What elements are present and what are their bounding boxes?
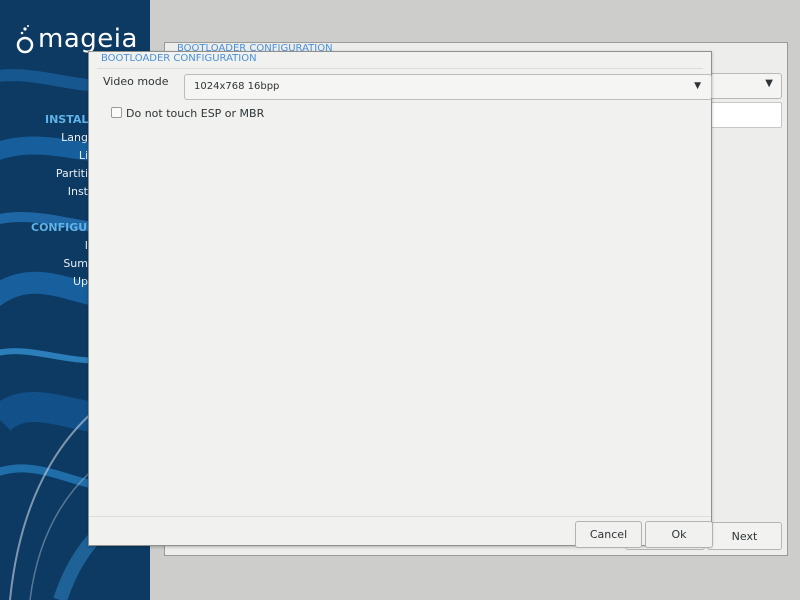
- video-mode-value: 1024x768 16bpp: [194, 81, 280, 92]
- sidebar-item-installing: Inst: [67, 185, 88, 198]
- sidebar-item-language: Lang: [61, 131, 88, 144]
- mageia-logo-icon: [16, 25, 34, 54]
- button-bar-divider: [89, 516, 711, 517]
- video-mode-label: Video mode: [103, 75, 169, 88]
- esp-mbr-checkbox[interactable]: [111, 107, 122, 118]
- logo-text: mageia: [38, 24, 138, 54]
- background-text-field[interactable]: [710, 102, 782, 128]
- background-combo-box[interactable]: ▼: [710, 73, 782, 99]
- chevron-down-icon: ▼: [765, 78, 773, 89]
- ok-button[interactable]: Ok: [645, 521, 713, 548]
- next-button[interactable]: Next: [707, 522, 782, 550]
- sidebar-item-updates: Up: [72, 275, 88, 288]
- chevron-down-icon: ▼: [694, 81, 701, 91]
- dialog-title: BOOTLOADER CONFIGURATION: [101, 53, 257, 64]
- bootloader-dialog: BOOTLOADER CONFIGURATION Video mode 1024…: [88, 51, 713, 548]
- sidebar-item-summary: Sum: [63, 257, 88, 270]
- sidebar-item-license: Li: [78, 149, 88, 162]
- cancel-button[interactable]: Cancel: [575, 521, 642, 548]
- video-mode-select[interactable]: 1024x768 16bpp ▼: [184, 74, 712, 100]
- sidebar-heading-configuration: CONFIGUR: [31, 221, 96, 234]
- esp-mbr-checkbox-label[interactable]: Do not touch ESP or MBR: [126, 107, 264, 120]
- sidebar-item-partitioning: Partiti: [55, 167, 88, 180]
- mageia-logo: mageia: [14, 24, 138, 54]
- title-divider: [97, 68, 703, 69]
